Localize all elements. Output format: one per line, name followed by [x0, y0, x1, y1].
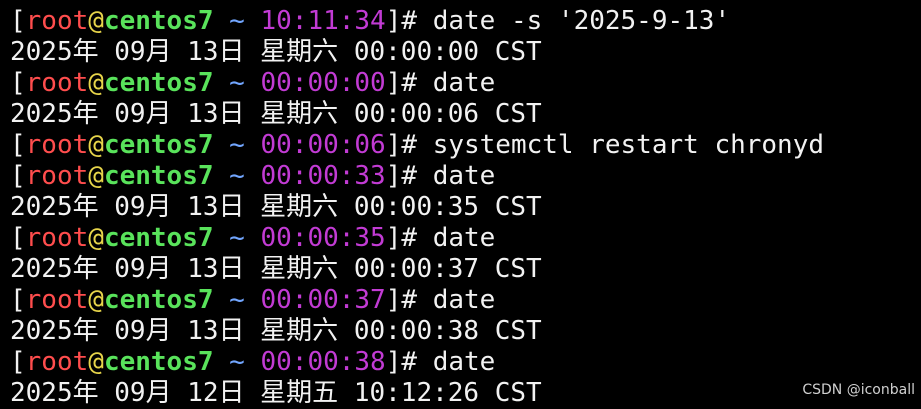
- prompt-line: [root@centos7 ~ 00:00:33]# date: [10, 161, 495, 192]
- prompt-close-bracket: ]: [385, 6, 402, 36]
- prompt-line: [root@centos7 ~ 00:00:37]# date: [10, 285, 495, 316]
- command-text: date: [432, 68, 496, 98]
- command-text: date: [432, 223, 496, 253]
- watermark: CSDN @iconball: [802, 382, 915, 398]
- prompt-directory: ~: [213, 6, 261, 36]
- prompt-host: centos7: [103, 130, 214, 160]
- prompt-open-bracket: [: [10, 285, 26, 315]
- prompt-hash: #: [401, 161, 433, 191]
- prompt-line: [root@centos7 ~ 00:00:00]# date: [10, 68, 495, 99]
- command-text: date: [432, 161, 496, 191]
- prompt-at: @: [88, 130, 104, 160]
- prompt-time: 00:00:33: [260, 161, 386, 191]
- prompt-user: root: [25, 6, 89, 36]
- prompt-user: root: [25, 285, 89, 315]
- prompt-time: 00:00:37: [260, 285, 386, 315]
- prompt-user: root: [25, 161, 89, 191]
- prompt-open-bracket: [: [10, 223, 26, 253]
- prompt-host: centos7: [103, 347, 214, 377]
- prompt-at: @: [88, 68, 104, 98]
- prompt-directory: ~: [213, 161, 261, 191]
- prompt-hash: #: [401, 347, 433, 377]
- output-line: 2025年 09月 13日 星期六 00:00:00 CST: [10, 37, 542, 67]
- prompt-time: 10:11:34: [260, 6, 386, 36]
- prompt-close-bracket: ]: [385, 285, 402, 315]
- terminal-window[interactable]: [root@centos7 ~ 10:11:34]# date -s '2025…: [0, 0, 921, 408]
- prompt-host: centos7: [103, 223, 214, 253]
- prompt-hash: #: [401, 68, 433, 98]
- prompt-host: centos7: [103, 161, 214, 191]
- prompt-hash: #: [401, 6, 433, 36]
- prompt-line: [root@centos7 ~ 10:11:34]# date -s '2025…: [10, 6, 730, 37]
- prompt-open-bracket: [: [10, 347, 26, 377]
- prompt-user: root: [25, 223, 89, 253]
- prompt-open-bracket: [: [10, 68, 26, 98]
- prompt-time: 00:00:06: [260, 130, 386, 160]
- prompt-close-bracket: ]: [385, 161, 402, 191]
- command-text: date: [432, 285, 496, 315]
- prompt-at: @: [88, 6, 104, 36]
- prompt-open-bracket: [: [10, 6, 26, 36]
- prompt-open-bracket: [: [10, 130, 26, 160]
- prompt-at: @: [88, 161, 104, 191]
- prompt-directory: ~: [213, 130, 261, 160]
- command-text: date -s '2025-9-13': [432, 6, 731, 36]
- prompt-host: centos7: [103, 68, 214, 98]
- prompt-hash: #: [401, 285, 433, 315]
- prompt-line: [root@centos7 ~ 00:00:35]# date: [10, 223, 495, 254]
- prompt-hash: #: [401, 223, 433, 253]
- prompt-close-bracket: ]: [385, 347, 402, 377]
- output-line: 2025年 09月 13日 星期六 00:00:37 CST: [10, 254, 542, 284]
- prompt-host: centos7: [103, 285, 214, 315]
- prompt-at: @: [88, 347, 104, 377]
- prompt-directory: ~: [213, 285, 261, 315]
- prompt-close-bracket: ]: [385, 130, 402, 160]
- output-line: 2025年 09月 13日 星期六 00:00:38 CST: [10, 316, 542, 346]
- output-line: 2025年 09月 13日 星期六 00:00:35 CST: [10, 192, 542, 222]
- prompt-user: root: [25, 347, 89, 377]
- prompt-open-bracket: [: [10, 161, 26, 191]
- prompt-user: root: [25, 130, 89, 160]
- command-text: systemctl restart chronyd: [432, 130, 825, 160]
- prompt-line: [root@centos7 ~ 00:00:06]# systemctl res…: [10, 130, 824, 161]
- command-text: date: [432, 347, 496, 377]
- prompt-hash: #: [401, 130, 433, 160]
- output-line: 2025年 09月 13日 星期六 00:00:06 CST: [10, 99, 542, 129]
- prompt-close-bracket: ]: [385, 223, 402, 253]
- prompt-host: centos7: [103, 6, 214, 36]
- prompt-time: 00:00:35: [260, 223, 386, 253]
- prompt-time: 00:00:38: [260, 347, 386, 377]
- prompt-time: 00:00:00: [260, 68, 386, 98]
- prompt-directory: ~: [213, 68, 261, 98]
- output-line: 2025年 09月 12日 星期五 10:12:26 CST: [10, 378, 542, 408]
- prompt-close-bracket: ]: [385, 68, 402, 98]
- prompt-user: root: [25, 68, 89, 98]
- prompt-directory: ~: [213, 347, 261, 377]
- prompt-line: [root@centos7 ~ 00:00:38]# date: [10, 347, 495, 378]
- prompt-directory: ~: [213, 223, 261, 253]
- prompt-at: @: [88, 285, 104, 315]
- prompt-at: @: [88, 223, 104, 253]
